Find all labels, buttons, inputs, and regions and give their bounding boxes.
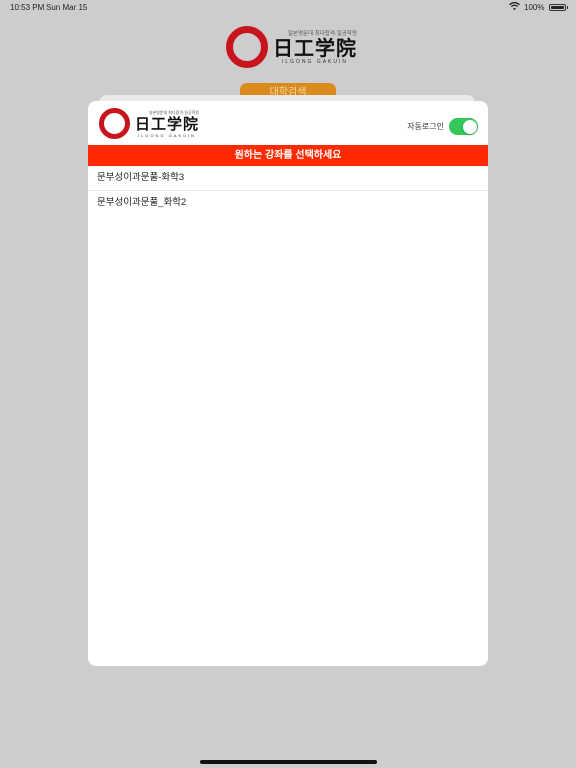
logo-roman: ILGONG GAKUIN <box>138 132 197 138</box>
modal-header: 일본명문대 최다합격·일공학원 日工学院 ILGONG GAKUIN 자동로그인 <box>88 101 488 145</box>
wifi-icon <box>509 2 520 12</box>
logo-roman: ILGONG GAKUIN <box>281 59 348 65</box>
status-time: 10:53 PM <box>10 3 45 12</box>
course-list: 문부성이과문풀-화학3 문부성이과문풀_화학2 <box>88 166 488 215</box>
course-item[interactable]: 문부성이과문풀-화학3 <box>88 166 488 191</box>
auto-login-label: 자동로그인 <box>407 122 444 131</box>
status-right: 100% <box>509 2 568 12</box>
logo-text: 일본명문대 최다합격·일공학원 日工学院 ILGONG GAKUIN <box>273 29 357 65</box>
battery-tip <box>566 5 568 9</box>
logo-ring-icon <box>99 108 130 139</box>
status-bar: 10:53 PM Sun Mar 15 100% <box>0 0 576 14</box>
course-item[interactable]: 문부성이과문풀_화학2 <box>88 191 488 215</box>
auto-login-toggle[interactable] <box>449 118 478 135</box>
logo-text: 일본명문대 최다합격·일공학원 日工学院 ILGONG GAKUIN <box>135 110 199 138</box>
logo-name: 日工学院 <box>273 36 357 60</box>
status-date: Sun Mar 15 <box>46 3 88 12</box>
modal-logo: 일본명문대 최다합격·일공학원 日工学院 ILGONG GAKUIN <box>99 108 199 139</box>
course-select-modal: 일본명문대 최다합격·일공학원 日工学院 ILGONG GAKUIN 자동로그인… <box>88 101 488 666</box>
select-course-banner: 원하는 강좌를 선택하세요 <box>88 145 488 166</box>
logo-ring-icon <box>226 26 268 68</box>
home-indicator[interactable] <box>200 760 377 764</box>
background-logo: 일본명문대 최다합격·일공학원 日工学院 ILGONG GAKUIN <box>226 26 357 68</box>
battery-percent: 100% <box>524 2 545 12</box>
auto-login: 자동로그인 <box>407 118 478 135</box>
battery-icon <box>548 3 566 11</box>
logo-name: 日工学院 <box>135 114 200 133</box>
toggle-knob <box>462 119 477 134</box>
